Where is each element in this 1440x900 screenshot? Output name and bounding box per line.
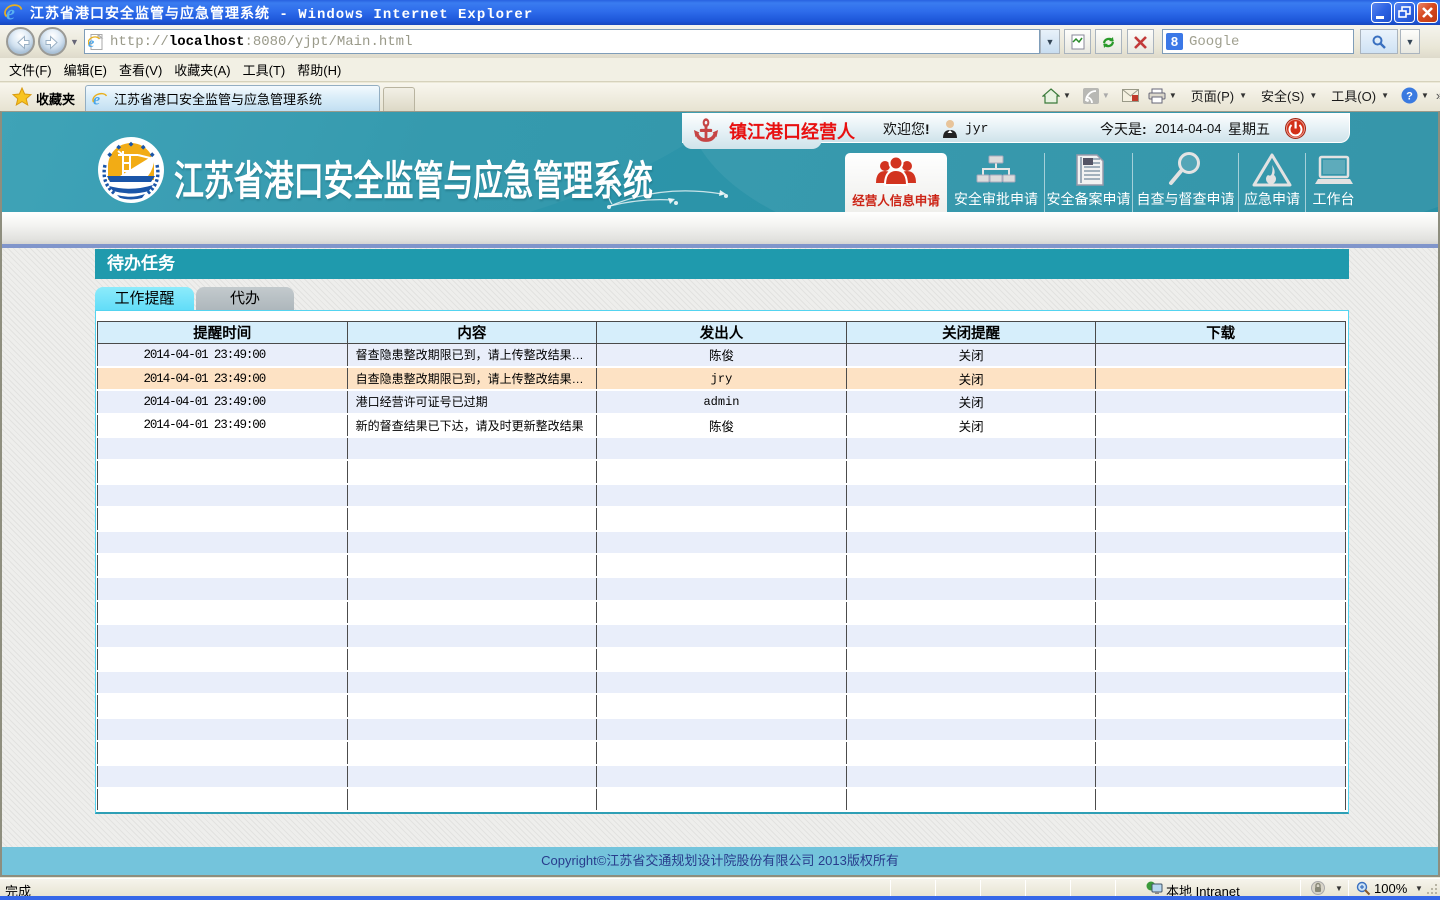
- svg-text:?: ?: [1406, 91, 1413, 103]
